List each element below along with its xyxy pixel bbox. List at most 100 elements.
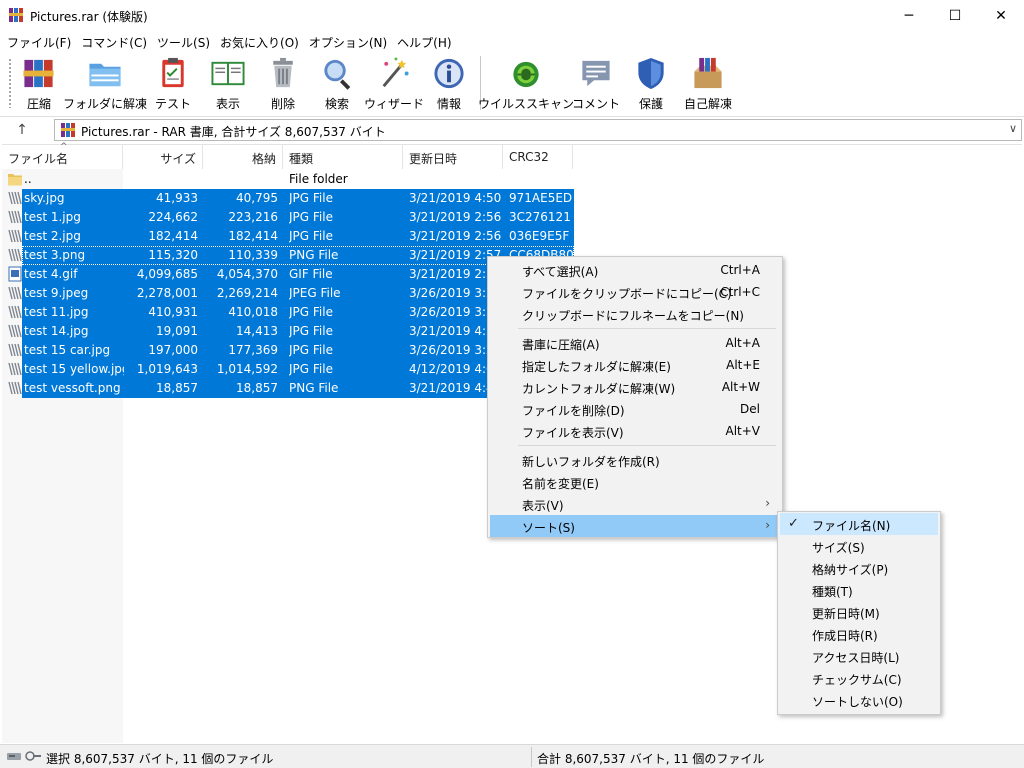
view-button[interactable]: 表示 [204, 54, 252, 112]
context-menu-item[interactable]: 表示(V) › [490, 493, 780, 515]
file-type-cell: JPG File [289, 343, 333, 357]
sort-menu-item[interactable]: ✓ ファイル名(N) [780, 513, 938, 535]
col-name-label: ファイル名 [8, 152, 69, 166]
menu-favorites[interactable]: お気に入り(O) [215, 32, 304, 52]
sort-menu-item-label: ソートしない(O) [812, 695, 903, 709]
sort-menu-item[interactable]: 種類(T) [780, 579, 938, 601]
menu-item-label: ファイルを表示(V) [522, 426, 624, 440]
address-field[interactable]: Pictures.rar - RAR 書庫, 合計サイズ 8,607,537 バ… [54, 119, 1022, 141]
context-menu-item[interactable]: 名前を変更(E) [490, 471, 780, 493]
chevron-down-icon[interactable]: ∨ [1009, 122, 1017, 135]
delete-button[interactable]: 削除 [264, 54, 302, 112]
wizard-wand-icon [382, 57, 409, 88]
file-size-cell: 115,320 [148, 248, 198, 262]
menu-tools[interactable]: ツール(S) [152, 32, 215, 52]
menu-help[interactable]: ヘルプ(H) [392, 32, 456, 52]
file-crc-cell: 036E9E5F [509, 229, 570, 243]
file-packed-cell: 4,054,370 [216, 267, 278, 281]
info-button[interactable]: 情報 [430, 54, 468, 112]
menu-commands[interactable]: コマンド(C) [76, 32, 152, 52]
extract-to-button[interactable]: フォルダに解凍 [63, 54, 147, 112]
file-name-cell: test 9.jpeg [24, 286, 89, 300]
menu-item-label: すべて選択(A) [522, 265, 599, 279]
minimize-button[interactable]: ─ [886, 0, 932, 32]
menu-options[interactable]: オプション(N) [304, 32, 392, 52]
file-type-cell: JPG File [289, 210, 333, 224]
add-button[interactable]: 圧縮 [20, 54, 58, 112]
file-crc-cell: 3C276121 [509, 210, 571, 224]
close-button[interactable]: ✕ [978, 0, 1024, 32]
sort-menu-item[interactable]: 更新日時(M) [780, 601, 938, 623]
address-bar: ↑ Pictures.rar - RAR 書庫, 合計サイズ 8,607,537… [0, 116, 1024, 142]
sfx-button[interactable]: 自己解凍 [682, 54, 734, 112]
menu-item-shortcut: Alt+V [725, 424, 760, 438]
col-modified-header[interactable]: 更新日時 [403, 145, 503, 169]
test-clipboard-icon [162, 57, 184, 88]
image-file-icon [8, 229, 22, 243]
context-menu-item[interactable]: ソート(S) › [490, 515, 780, 537]
context-menu-item[interactable]: ファイルをクリップボードにコピー(C) Ctrl+C [490, 281, 780, 303]
context-menu-item[interactable]: 指定したフォルダに解凍(E) Alt+E [490, 354, 780, 376]
find-button[interactable]: 検索 [318, 54, 356, 112]
file-type-cell: PNG File [289, 248, 339, 262]
menu-file[interactable]: ファイル(F) [2, 32, 76, 52]
col-crc-header[interactable]: CRC32 [503, 145, 573, 169]
extract-to-label: フォルダに解凍 [63, 97, 148, 111]
menu-item-shortcut: Alt+A [725, 336, 760, 350]
table-row[interactable]: sky.jpg 41,933 40,795 JPG File 3/21/2019 4:5… [2, 189, 574, 208]
context-menu-item[interactable]: クリップボードにフルネームをコピー(N) [490, 303, 780, 325]
image-file-icon [8, 324, 22, 338]
file-size-cell: 41,933 [156, 191, 198, 205]
image-file-icon [8, 248, 22, 262]
col-packed-header[interactable]: 格納 [203, 145, 283, 169]
sort-menu-item[interactable]: サイズ(S) [780, 535, 938, 557]
context-menu-item[interactable]: 新しいフォルダを作成(R) [490, 449, 780, 471]
sort-menu-item-label: 更新日時(M) [812, 607, 880, 621]
sort-menu-item[interactable]: ソートしない(O) [780, 689, 938, 711]
sort-menu-item-label: チェックサム(C) [812, 673, 902, 687]
file-packed-cell: 223,216 [228, 210, 278, 224]
context-menu-item[interactable]: すべて選択(A) Ctrl+A [490, 259, 780, 281]
sort-menu-item[interactable]: 作成日時(R) [780, 623, 938, 645]
file-type-cell: PNG File [289, 381, 339, 395]
trash-icon [273, 57, 293, 88]
wizard-button[interactable]: ウィザード [364, 54, 424, 112]
table-row[interactable]: test 1.jpg 224,662 223,216 JPG File 3/21/201… [2, 208, 574, 227]
col-size-header[interactable]: サイズ [123, 145, 203, 169]
sort-menu-item[interactable]: 格納サイズ(P) [780, 557, 938, 579]
menu-separator [518, 445, 776, 446]
context-menu-item[interactable]: ファイルを表示(V) Alt+V [490, 420, 780, 442]
file-packed-cell: 110,339 [228, 248, 278, 262]
toolbar-grip[interactable] [8, 58, 12, 108]
context-menu-item[interactable]: 書庫に圧縮(A) Alt+A [490, 332, 780, 354]
table-row[interactable]: .. File folder [2, 170, 574, 189]
col-type-header[interactable]: 種類 [283, 145, 403, 169]
comment-label: コメント [572, 97, 621, 111]
table-row[interactable]: test 2.jpg 182,414 182,414 JPG File 3/21/201… [2, 227, 574, 246]
context-menu-item[interactable]: ファイルを削除(D) Del [490, 398, 780, 420]
virus-scan-icon [513, 61, 539, 88]
file-name-cell: test 4.gif [24, 267, 78, 281]
delete-label: 削除 [270, 97, 295, 111]
virus-scan-button[interactable]: ウイルススキャン [478, 54, 574, 112]
file-packed-cell: 14,413 [236, 324, 278, 338]
sort-menu-item[interactable]: アクセス日時(L) [780, 645, 938, 667]
protect-button[interactable]: 保護 [632, 54, 670, 112]
status-total: 合計 8,607,537 バイト, 11 個のファイル [537, 752, 765, 766]
image-file-icon [8, 381, 22, 395]
menu-item-label: ファイルを削除(D) [522, 404, 625, 418]
menu-bar: ファイル(F) コマンド(C) ツール(S) お気に入り(O) オプション(N)… [0, 32, 1024, 52]
folder-extract-icon [89, 63, 121, 87]
file-name-cell: sky.jpg [24, 191, 65, 205]
image-file-icon [8, 343, 22, 357]
test-button[interactable]: テスト [154, 54, 192, 112]
file-type-cell: JPG File [289, 191, 333, 205]
col-name-header[interactable]: ファイル名 ^ [2, 142, 123, 169]
context-menu-item[interactable]: カレントフォルダに解凍(W) Alt+W [490, 376, 780, 398]
up-one-level-button[interactable]: ↑ [12, 120, 32, 140]
sort-menu-item[interactable]: チェックサム(C) [780, 667, 938, 689]
file-type-cell: JPG File [289, 324, 333, 338]
comment-button[interactable]: コメント [572, 54, 621, 112]
image-file-icon [8, 191, 22, 205]
maximize-button[interactable]: ☐ [932, 0, 978, 32]
